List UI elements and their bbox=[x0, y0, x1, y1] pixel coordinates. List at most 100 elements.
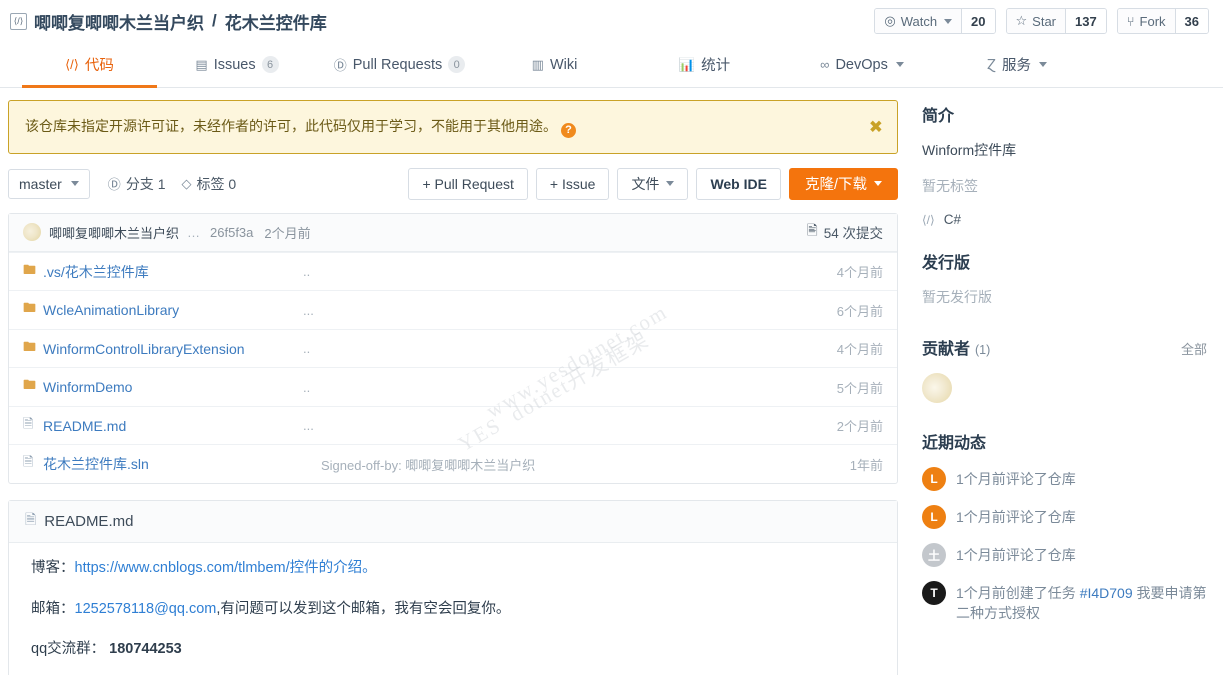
table-row[interactable]: 🖿 .vs/花木兰控件库 .. 4个月前 bbox=[9, 251, 897, 291]
code-icon: ⟨/⟩ bbox=[65, 56, 79, 72]
table-row[interactable]: 🗎 花木兰控件库.sln Signed-off-by: 唧唧复唧唧木兰当户织 1… bbox=[9, 444, 897, 483]
file-name[interactable]: WinformControlLibraryExtension bbox=[43, 341, 303, 357]
list-item[interactable]: L 1个月前评论了仓库 bbox=[922, 505, 1207, 529]
tab-pull-requests[interactable]: Ⓓ Pull Requests 0 bbox=[317, 42, 482, 87]
table-row[interactable]: 🗎 README.md ... 2个月前 bbox=[9, 405, 897, 445]
fork-count[interactable]: 36 bbox=[1174, 9, 1208, 33]
commit-count-link[interactable]: 🖹 54 次提交 bbox=[807, 221, 883, 244]
watch-button-group[interactable]: ◎ Watch 20 bbox=[874, 8, 996, 34]
activity-task-link[interactable]: #I4D709 bbox=[1080, 585, 1133, 601]
tab-wiki-label: Wiki bbox=[549, 56, 578, 73]
main-column: 该仓库未指定开源许可证，未经作者的许可，此代码仅用于学习，不能用于其他用途。? … bbox=[0, 88, 906, 675]
readme-header: 🗎 README.md bbox=[9, 500, 897, 543]
about-no-tags: 暂无标签 bbox=[922, 178, 978, 194]
commit-icon: 🖹 bbox=[806, 222, 818, 238]
commit-message-ellipsis: … bbox=[187, 224, 202, 240]
branch-selector[interactable]: master bbox=[8, 168, 90, 199]
commit-sha[interactable]: 26f5f3a bbox=[210, 225, 253, 240]
eye-icon: ◎ bbox=[884, 13, 896, 28]
star-button[interactable]: ☆ Star bbox=[1006, 9, 1066, 33]
avatar[interactable] bbox=[922, 373, 952, 403]
file-menu-button[interactable]: 文件 bbox=[617, 167, 689, 200]
folder-icon: 🖿 bbox=[23, 338, 37, 354]
activity-text: 1个月前评论了仓库 bbox=[956, 547, 1076, 563]
no-releases-text: 暂无发行版 bbox=[922, 289, 992, 305]
tab-code[interactable]: ⟨/⟩ 代码 bbox=[22, 42, 157, 88]
contributors-title-label: 贡献者 bbox=[922, 341, 971, 358]
tab-issues-label: Issues bbox=[213, 56, 256, 73]
table-row[interactable]: 🖿 WinformDemo .. 5个月前 bbox=[9, 367, 897, 406]
activity-text: 1个月前评论了仓库 bbox=[956, 471, 1076, 487]
chart-icon: 📊 bbox=[678, 56, 696, 72]
list-item[interactable]: T 1个月前创建了任务 #I4D709 我要申请第二种方式授权 bbox=[922, 581, 1207, 624]
infinity-icon: ∞ bbox=[820, 57, 830, 72]
pull-request-icon: Ⓓ bbox=[333, 58, 347, 73]
chevron-down-icon bbox=[874, 181, 882, 187]
watch-label: Watch bbox=[900, 13, 938, 29]
clone-download-button[interactable]: 克隆/下载 bbox=[788, 167, 898, 200]
repo-owner[interactable]: 唧唧复唧唧木兰当户织 bbox=[34, 9, 204, 34]
folder-icon: 🖿 bbox=[23, 300, 37, 315]
tab-wiki[interactable]: ▥ Wiki bbox=[482, 42, 627, 87]
avatar[interactable]: 土 bbox=[922, 543, 946, 567]
commit-author[interactable]: 唧唧复唧唧木兰当户织 bbox=[49, 223, 179, 242]
avatar[interactable]: L bbox=[922, 467, 946, 491]
readme-email-note: ,有问题可以发到这个邮箱，我有空会回复你。 bbox=[216, 600, 511, 617]
readme-body: 博客：https://www.cnblogs.com/tlmbem/控件的介绍。… bbox=[9, 543, 897, 675]
tab-issues[interactable]: ▤ Issues 6 bbox=[157, 42, 317, 87]
fork-button-group[interactable]: ⑂ Fork 36 bbox=[1116, 8, 1209, 34]
file-name[interactable]: README.md bbox=[43, 418, 303, 434]
file-time: 4个月前 bbox=[836, 265, 883, 280]
chevron-down-icon bbox=[70, 181, 79, 187]
avatar[interactable]: L bbox=[922, 505, 946, 529]
file-commit-message: ... bbox=[303, 418, 314, 433]
list-item[interactable]: 土 1个月前评论了仓库 bbox=[922, 543, 1207, 567]
tag-count-label: 标签 0 bbox=[196, 175, 237, 192]
doc-icon: 🗎 bbox=[25, 511, 37, 528]
primary-language[interactable]: ⟨/⟩ C# bbox=[922, 212, 1207, 227]
web-ide-button[interactable]: Web IDE bbox=[696, 167, 781, 200]
tab-devops[interactable]: ∞ DevOps bbox=[782, 42, 942, 87]
list-item[interactable]: L 1个月前评论了仓库 bbox=[922, 467, 1207, 491]
tab-stats[interactable]: 📊 统计 bbox=[627, 42, 782, 87]
ref-counts: Ⓓ 分支 1 ◇ 标签 0 bbox=[108, 174, 236, 194]
clone-download-label: 克隆/下载 bbox=[804, 177, 867, 194]
tab-code-label: 代码 bbox=[84, 58, 114, 74]
file-name[interactable]: WinformDemo bbox=[43, 379, 303, 395]
tab-service[interactable]: Ɀ 服务 bbox=[942, 42, 1092, 87]
contributors-all-link[interactable]: 全部 bbox=[1181, 339, 1207, 358]
file-name[interactable]: 花木兰控件库.sln bbox=[43, 454, 303, 474]
pulse-icon: Ɀ bbox=[987, 56, 996, 72]
tab-stats-label: 统计 bbox=[701, 58, 731, 74]
new-issue-button[interactable]: + Issue bbox=[535, 167, 610, 200]
readme-blog-link[interactable]: https://www.cnblogs.com/tlmbem/控件的介绍。 bbox=[75, 560, 377, 576]
watch-button[interactable]: ◎ Watch bbox=[875, 9, 962, 33]
table-row[interactable]: 🖿 WinformControlLibraryExtension .. 4个月前 bbox=[9, 328, 897, 368]
commit-time: 2个月前 bbox=[264, 225, 311, 241]
header-actions: ◎ Watch 20 ☆ Star 137 ⑂ Fork 36 bbox=[874, 8, 1209, 34]
star-button-group[interactable]: ☆ Star 137 bbox=[1005, 8, 1107, 34]
branch-count[interactable]: Ⓓ 分支 1 bbox=[108, 174, 166, 194]
close-icon[interactable]: ✖ bbox=[869, 118, 883, 135]
avatar[interactable]: T bbox=[922, 581, 946, 605]
readme-email-link[interactable]: 1252578118@qq.com bbox=[75, 601, 217, 617]
star-count[interactable]: 137 bbox=[1065, 9, 1106, 33]
file-name[interactable]: WcleAnimationLibrary bbox=[43, 302, 303, 318]
repo-name[interactable]: 花木兰控件库 bbox=[225, 9, 327, 34]
table-row[interactable]: 🖿 WcleAnimationLibrary ... 6个月前 bbox=[9, 290, 897, 329]
readme-blog-label: 博客： bbox=[31, 559, 75, 576]
about-title: 简介 bbox=[922, 108, 955, 125]
breadcrumb: ⟨/⟩ 唧唧复唧唧木兰当户织 / 花木兰控件库 bbox=[10, 9, 327, 34]
file-name[interactable]: .vs/花木兰控件库 bbox=[43, 262, 303, 282]
tag-count[interactable]: ◇ 标签 0 bbox=[182, 174, 237, 194]
chevron-down-icon bbox=[895, 62, 904, 67]
help-icon[interactable]: ? bbox=[561, 122, 576, 138]
new-pull-request-button[interactable]: + Pull Request bbox=[408, 167, 528, 200]
fork-button[interactable]: ⑂ Fork bbox=[1117, 9, 1175, 33]
tab-issues-badge: 6 bbox=[261, 56, 279, 73]
primary-language-label: C# bbox=[943, 212, 961, 227]
releases-title: 发行版 bbox=[922, 255, 971, 272]
activity-list: L 1个月前评论了仓库 L 1个月前评论了仓库 土 1个月前评论了仓库 T 1个… bbox=[922, 467, 1207, 624]
branch-count-label: 分支 1 bbox=[125, 175, 166, 192]
watch-count[interactable]: 20 bbox=[961, 9, 995, 33]
